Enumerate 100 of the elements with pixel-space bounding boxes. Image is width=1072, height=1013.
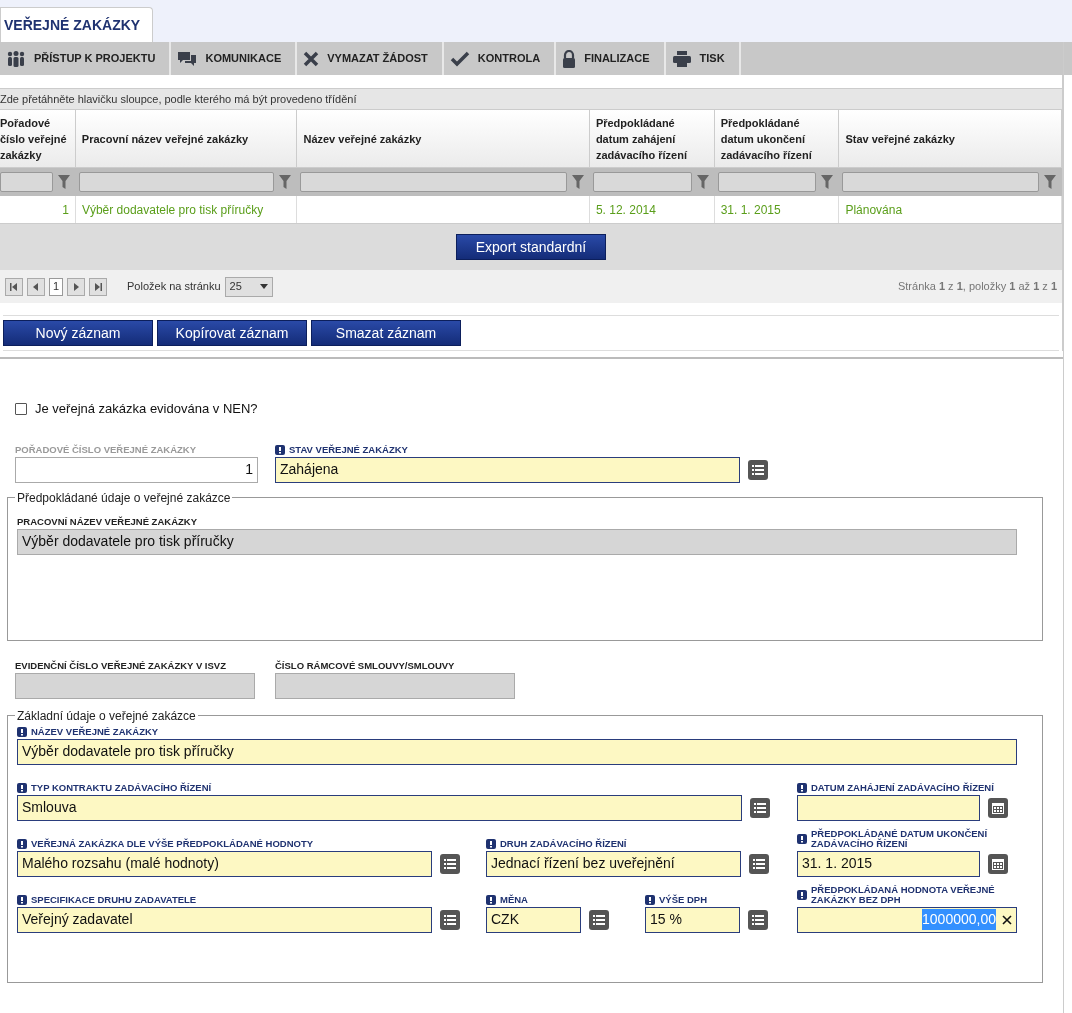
list-button[interactable] bbox=[750, 797, 770, 818]
filter-field[interactable] bbox=[0, 172, 53, 192]
required-icon bbox=[17, 726, 27, 737]
filter-field[interactable] bbox=[717, 172, 817, 192]
toolbar-button[interactable]: KONTROLA bbox=[443, 42, 557, 75]
calendar-icon bbox=[992, 857, 1004, 870]
column-header[interactable]: Pracovní název veřejné zakázky bbox=[75, 110, 298, 167]
toolbar-button[interactable]: VYMAZAT ŽÁDOST bbox=[297, 42, 444, 75]
list-button[interactable] bbox=[748, 909, 768, 930]
column-header[interactable]: Předpokládané datum ukončení zadávacího řízení bbox=[714, 110, 840, 167]
field-value: Veřejný zadavatel bbox=[22, 910, 133, 929]
field-label: PRACOVNÍ NÁZEV VEŘEJNÉ ZAKÁZKY bbox=[17, 516, 197, 527]
field-label: NÁZEV VEŘEJNÉ ZAKÁZKY bbox=[31, 726, 159, 737]
panel-legend: Základní údaje o veřejné zakázce bbox=[15, 706, 198, 725]
list-icon bbox=[444, 914, 456, 925]
calendar-button[interactable] bbox=[988, 797, 1008, 818]
action-button[interactable]: Export standardní bbox=[456, 234, 606, 260]
filter-icon[interactable] bbox=[279, 175, 292, 189]
column-header[interactable]: Pořadové číslo veřejné zakázky bbox=[0, 110, 76, 167]
field-label: DATUM ZAHÁJENÍ ZADÁVACÍHO ŘÍZENÍ bbox=[811, 782, 994, 793]
list-button[interactable] bbox=[748, 459, 768, 480]
checkbox-label: Je veřejná zakázka evidována v NEN? bbox=[35, 400, 258, 418]
input-field[interactable]: Malého rozsahu (malé hodnoty) bbox=[17, 850, 432, 877]
input-field[interactable]: CZK bbox=[486, 906, 581, 933]
field-value: Výběr dodavatele pro tisk příručky bbox=[22, 742, 234, 761]
field-value: 15 % bbox=[650, 910, 682, 929]
chat-icon bbox=[177, 49, 198, 68]
field-label: MĚNA bbox=[500, 894, 528, 905]
current-page[interactable]: 1 bbox=[49, 277, 63, 296]
calendar-button[interactable] bbox=[988, 853, 1008, 874]
table-cell: Plánována bbox=[839, 196, 1062, 223]
required-icon bbox=[17, 838, 27, 849]
filter-icon[interactable] bbox=[571, 175, 584, 189]
input-field[interactable]: Výběr dodavatele pro tisk příručky bbox=[17, 738, 1017, 765]
field-value: 1 bbox=[245, 460, 253, 479]
filter-field[interactable] bbox=[300, 172, 567, 192]
tab[interactable]: VEŘEJNÉ ZAKÁZKY bbox=[0, 7, 154, 42]
last-page-icon bbox=[94, 282, 102, 291]
required-icon bbox=[17, 782, 27, 793]
toolbar-button[interactable]: FINALIZACE bbox=[556, 42, 666, 75]
input-field[interactable]: Smlouva bbox=[17, 794, 742, 821]
list-icon bbox=[593, 914, 605, 925]
dropdown-caret-icon bbox=[259, 284, 268, 289]
required-icon bbox=[797, 889, 807, 900]
field-value: Výběr dodavatele pro tisk příručky bbox=[22, 532, 234, 551]
filter-field[interactable] bbox=[592, 172, 692, 192]
field-value: Jednací řízení bez uveřejnění bbox=[491, 854, 675, 873]
input-field[interactable]: 15 % bbox=[645, 906, 740, 933]
input-field[interactable]: Výběr dodavatele pro tisk příručky bbox=[17, 528, 1017, 555]
filter-icon[interactable] bbox=[1044, 175, 1056, 189]
input-field[interactable]: 1 bbox=[15, 456, 258, 483]
page-size-label: Položek na stránku bbox=[127, 279, 221, 295]
required-icon bbox=[17, 894, 27, 905]
column-header[interactable]: Stav veřejné zakázky bbox=[839, 110, 1062, 167]
field-label: STAV VEŘEJNÉ ZAKÁZKY bbox=[289, 444, 408, 455]
printer-icon bbox=[671, 49, 692, 68]
group-hint: Zde přetáhněte hlavičku sloupce, podle kterého má být provedeno třídění bbox=[0, 88, 1062, 110]
filter-icon[interactable] bbox=[821, 175, 834, 189]
list-button[interactable] bbox=[749, 853, 769, 874]
toolbar-button[interactable]: TISK bbox=[665, 42, 741, 75]
checkmark-icon bbox=[449, 50, 470, 67]
input-field[interactable] bbox=[15, 672, 255, 699]
input-field[interactable]: Veřejný zadavatel bbox=[17, 906, 432, 933]
filter-icon[interactable] bbox=[696, 175, 709, 189]
filter-field[interactable] bbox=[78, 172, 275, 192]
previous-page-button[interactable] bbox=[27, 277, 45, 296]
filter-field[interactable] bbox=[842, 172, 1039, 192]
input-field[interactable]: Jednací řízení bez uveřejnění bbox=[486, 850, 741, 877]
page-size-select[interactable]: 25 bbox=[224, 276, 273, 297]
toolbar-button[interactable]: PŘÍSTUP K PROJEKTU bbox=[0, 42, 172, 75]
column-header[interactable]: Název veřejné zakázky bbox=[297, 110, 590, 167]
required-icon bbox=[797, 782, 807, 793]
first-page-button[interactable] bbox=[5, 277, 23, 296]
column-header[interactable]: Předpokládané datum zahájení zadávacího řízení bbox=[589, 110, 715, 167]
action-button[interactable]: Kopírovat záznam bbox=[157, 320, 307, 346]
list-button[interactable] bbox=[440, 853, 460, 874]
close-icon[interactable] bbox=[1002, 914, 1012, 925]
input-field[interactable]: 31. 1. 2015 bbox=[797, 850, 980, 877]
action-button[interactable]: Smazat záznam bbox=[311, 320, 461, 346]
action-button[interactable]: Nový záznam bbox=[3, 320, 153, 346]
next-page-button[interactable] bbox=[67, 277, 85, 296]
list-button[interactable] bbox=[440, 909, 460, 930]
field-value: 1000000,00 bbox=[922, 909, 996, 930]
checkbox[interactable] bbox=[15, 402, 27, 415]
required-icon bbox=[797, 833, 807, 844]
input-field[interactable]: Zahájena bbox=[275, 456, 740, 483]
input-field[interactable] bbox=[797, 794, 980, 821]
toolbar-button[interactable]: KOMUNIKACE bbox=[171, 42, 298, 75]
field-label: EVIDENČNÍ ČÍSLO VEŘEJNÉ ZAKÁZKY V ISVZ bbox=[15, 660, 226, 671]
field-label: VÝŠE DPH bbox=[659, 894, 708, 905]
cross-icon bbox=[303, 50, 320, 67]
last-page-button[interactable] bbox=[89, 277, 107, 296]
filter-icon[interactable] bbox=[57, 175, 70, 189]
field-value: Zahájena bbox=[280, 460, 339, 479]
list-button[interactable] bbox=[589, 909, 609, 930]
table-cell: Výběr dodavatele pro tisk příručky bbox=[75, 196, 298, 223]
field-label: PŘEDPOKLÁDANÉ DATUM UKONČENÍ ZADÁVACÍHO ŘÍZENÍ bbox=[811, 828, 989, 849]
field-label: POŘADOVÉ ČÍSLO VEŘEJNÉ ZAKÁZKY bbox=[15, 444, 197, 455]
next-icon bbox=[72, 282, 80, 291]
input-field[interactable] bbox=[275, 672, 515, 699]
